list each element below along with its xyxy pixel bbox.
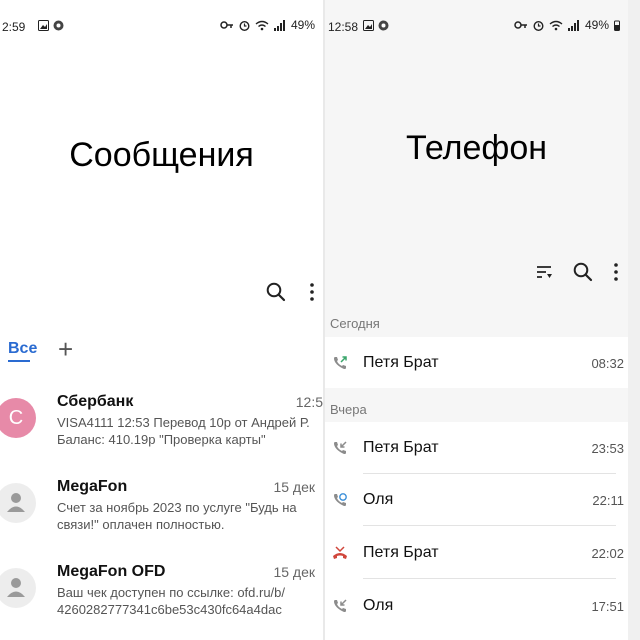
person-icon — [7, 578, 25, 597]
conversation-item[interactable]: MegaFon OFD 15 дек Ваш чек доступен по с… — [0, 562, 323, 640]
search-icon — [266, 282, 286, 302]
battery-percent: 49% — [290, 18, 315, 32]
tab-all[interactable]: Все — [8, 340, 37, 358]
add-category-button[interactable]: + — [58, 334, 73, 365]
incoming-call-icon — [334, 599, 347, 612]
person-icon — [7, 493, 25, 512]
status-bar: 12:58 49% — [325, 0, 628, 42]
battery-percent: 49% — [584, 18, 609, 32]
filter-tabs: Все + — [0, 334, 323, 368]
more-vert-icon — [310, 283, 314, 301]
conversation-sender: MegaFon — [57, 478, 128, 495]
alarm-icon — [533, 20, 544, 31]
search-button[interactable] — [266, 282, 286, 307]
battery-icon — [614, 20, 620, 31]
conversation-item[interactable]: С Сбербанк 12:5 VISA4111 12:53 Перевод 1… — [0, 392, 323, 472]
status-right-icons: 49% — [514, 18, 620, 32]
call-time: 08:32 — [591, 356, 624, 371]
call-group-yesterday: Петя Брат 23:53 Оля 22:11 Петя Брат 22:0… — [325, 422, 628, 640]
caller-name: Оля — [363, 491, 394, 508]
caller-name: Петя Брат — [363, 354, 439, 371]
status-left-icons — [363, 20, 389, 31]
filter-sort-button[interactable] — [535, 263, 553, 286]
conversation-preview: Счет за ноябрь 2023 по услуге "Будь на с… — [57, 500, 297, 532]
call-time: 17:51 — [591, 599, 624, 614]
conversation-item[interactable]: MegaFon 15 дек Счет за ноябрь 2023 по ус… — [0, 477, 323, 557]
section-header-today: Сегодня — [330, 316, 380, 331]
conversation-preview: VISA4111 12:53 Перевод 10р от Андрей Р. … — [57, 415, 310, 447]
wifi-icon — [255, 20, 269, 30]
page-title: Сообщения — [69, 136, 254, 174]
section-header-yesterday: Вчера — [330, 402, 367, 417]
conversation-sender: MegaFon OFD — [57, 563, 166, 580]
incoming-call-icon — [334, 441, 347, 454]
caller-name: Петя Брат — [363, 544, 439, 561]
search-button[interactable] — [573, 262, 593, 287]
status-time: 12:58 — [328, 20, 359, 34]
more-options-button[interactable] — [612, 262, 620, 287]
signal-icon — [273, 19, 285, 31]
right-edge-strip — [628, 0, 640, 640]
call-log-row[interactable]: Петя Брат 08:32 — [325, 337, 628, 389]
search-icon — [573, 262, 593, 282]
row-divider — [363, 578, 616, 579]
missed-call-icon — [333, 546, 347, 559]
conversation-time: 15 дек — [273, 564, 315, 580]
call-log-row[interactable]: Петя Брат 23:53 — [325, 422, 628, 474]
image-icon — [38, 20, 49, 31]
call-time: 22:11 — [592, 493, 624, 508]
call-log-row[interactable]: Оля 22:11 — [325, 474, 628, 526]
conversation-time: 12:5 — [295, 394, 323, 410]
signal-icon — [567, 19, 579, 31]
call-group-today: Петя Брат 08:32 — [325, 337, 628, 388]
avatar — [0, 483, 36, 523]
key-icon — [220, 21, 233, 29]
status-right-icons: 49% — [220, 18, 315, 32]
conversation-sender: Сбербанк — [57, 393, 134, 410]
tab-underline — [8, 360, 30, 362]
more-options-button[interactable] — [308, 282, 316, 307]
conversation-preview: Ваш чек доступен по ссылке: ofd.ru/b/ 42… — [57, 585, 286, 617]
outgoing-call-icon — [334, 356, 347, 369]
chrome-icon — [53, 20, 64, 31]
voicemail-call-icon — [334, 493, 347, 506]
image-icon — [363, 20, 374, 31]
avatar — [0, 568, 36, 608]
status-left-icons — [38, 20, 64, 31]
conversation-time: 15 дек — [273, 479, 315, 495]
avatar: С — [0, 398, 36, 438]
messages-app: 2:59 49% Сообщения Все + С Сбербанк 12:5… — [0, 0, 323, 640]
phone-app: 12:58 49% Телефон Сегодня Петя Брат 08:3… — [325, 0, 628, 640]
status-bar: 2:59 49% — [0, 0, 323, 42]
call-time: 22:02 — [591, 546, 624, 561]
alarm-icon — [239, 20, 250, 31]
row-divider — [363, 525, 616, 526]
wifi-icon — [549, 20, 563, 30]
status-time: 2:59 — [2, 20, 26, 34]
key-icon — [514, 21, 527, 29]
call-log-row[interactable]: Оля 17:51 — [325, 580, 628, 632]
caller-name: Оля — [363, 597, 394, 614]
filter-list-icon — [537, 266, 552, 278]
page-title: Телефон — [405, 129, 548, 167]
call-log-row[interactable]: Петя Брат 22:02 — [325, 527, 628, 579]
caller-name: Петя Брат — [363, 439, 439, 456]
chrome-icon — [378, 20, 389, 31]
call-time: 23:53 — [591, 441, 624, 456]
more-vert-icon — [614, 263, 618, 281]
